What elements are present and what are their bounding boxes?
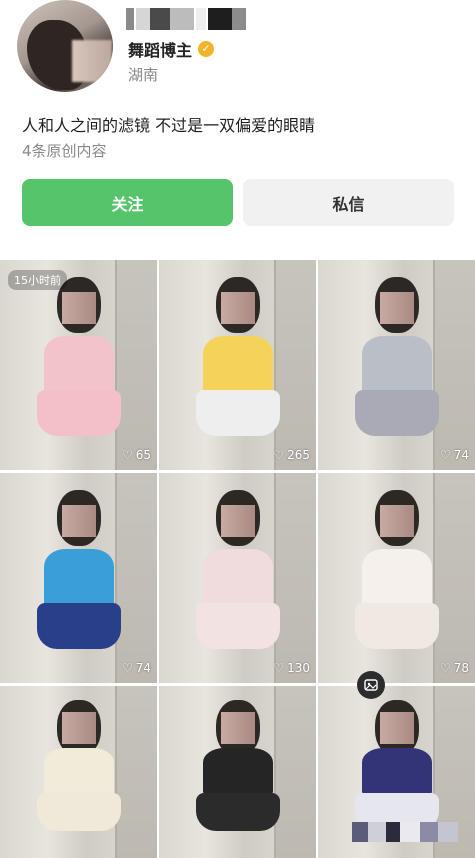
heart-icon: ♡ xyxy=(439,448,451,462)
figure-top xyxy=(361,549,432,608)
video-thumbnail[interactable]: ♡ 74 xyxy=(0,473,157,683)
video-thumbnail[interactable] xyxy=(159,686,316,858)
like-count: ♡ 74 xyxy=(440,448,469,462)
message-button[interactable]: 私信 xyxy=(243,179,454,226)
like-count-value: 74 xyxy=(453,448,469,462)
watermark-mosaic xyxy=(352,822,462,842)
like-count-value: 265 xyxy=(287,448,310,462)
background-glass-door xyxy=(115,686,157,858)
face-blur xyxy=(61,505,96,537)
like-count: ♡ 74 xyxy=(122,661,151,675)
heart-icon: ♡ xyxy=(439,661,451,675)
background-glass-door xyxy=(115,473,157,683)
figure-top xyxy=(43,748,114,796)
like-count-value: 78 xyxy=(453,661,469,675)
heart-icon: ♡ xyxy=(273,448,285,462)
figure-top xyxy=(202,748,273,796)
video-thumbnail[interactable]: ♡ 130 xyxy=(159,473,316,683)
post-count[interactable]: 4条原创内容 xyxy=(22,140,107,161)
figure-top xyxy=(202,336,273,395)
face-blur xyxy=(220,712,255,744)
image-add-icon[interactable] xyxy=(357,671,385,699)
background-glass-door xyxy=(274,260,316,470)
profile-tagline: 舞蹈博主 ✓ xyxy=(128,38,215,60)
face-blur xyxy=(220,505,255,537)
video-thumbnail[interactable]: ♡ 265 xyxy=(159,260,316,470)
avatar[interactable] xyxy=(17,0,113,92)
background-glass-door xyxy=(274,686,316,858)
figure-bottom xyxy=(195,603,280,649)
video-thumbnail[interactable]: ♡ 78 xyxy=(318,473,475,683)
face-blur xyxy=(220,292,255,324)
figure-bottom xyxy=(195,793,280,831)
figure-bottom xyxy=(36,603,121,649)
face-blur xyxy=(379,712,414,744)
figure-bottom xyxy=(36,390,121,436)
video-thumbnail[interactable]: 15小时前 ♡ 65 xyxy=(0,260,157,470)
background-glass-door xyxy=(433,260,475,470)
figure-bottom xyxy=(354,603,439,649)
face-blur xyxy=(379,292,414,324)
figure-top xyxy=(43,549,114,608)
follow-button[interactable]: 关注 xyxy=(22,179,233,226)
heart-icon: ♡ xyxy=(273,661,285,675)
like-count: ♡ 130 xyxy=(273,661,310,675)
face-blur xyxy=(61,292,96,324)
video-thumbnail[interactable] xyxy=(0,686,157,858)
heart-icon: ♡ xyxy=(121,661,133,675)
background-glass-door xyxy=(115,260,157,470)
video-grid: 15小时前 ♡ 65 ♡ 265 ♡ 74 ♡ 74 ♡ 130 ♡ 78 xyxy=(0,260,475,858)
like-count: ♡ 78 xyxy=(440,661,469,675)
bio-text: 人和人之间的滤镜 不过是一双偏爱的眼睛 xyxy=(22,116,316,135)
heart-icon: ♡ xyxy=(121,448,133,462)
figure-bottom xyxy=(354,390,439,436)
like-count-value: 74 xyxy=(135,661,151,675)
like-count: ♡ 65 xyxy=(122,448,151,462)
like-count-value: 130 xyxy=(287,661,310,675)
username-mosaic xyxy=(126,8,256,30)
time-badge: 15小时前 xyxy=(8,270,67,290)
like-count: ♡ 265 xyxy=(273,448,310,462)
figure-top xyxy=(361,748,432,796)
verified-check-icon: ✓ xyxy=(198,41,215,57)
location-label: 湖南 xyxy=(128,66,159,84)
figure-top xyxy=(202,549,273,608)
video-thumbnail[interactable]: ♡ 74 xyxy=(318,260,475,470)
avatar-face-blur xyxy=(72,40,112,82)
face-blur xyxy=(379,505,414,537)
figure-top xyxy=(43,336,114,395)
face-blur xyxy=(61,712,96,744)
background-glass-door xyxy=(433,473,475,683)
figure-top xyxy=(361,336,432,395)
tagline-text: 舞蹈博主 xyxy=(128,41,193,60)
figure-bottom xyxy=(195,390,280,436)
background-glass-door xyxy=(274,473,316,683)
like-count-value: 65 xyxy=(135,448,151,462)
figure-bottom xyxy=(36,793,121,831)
